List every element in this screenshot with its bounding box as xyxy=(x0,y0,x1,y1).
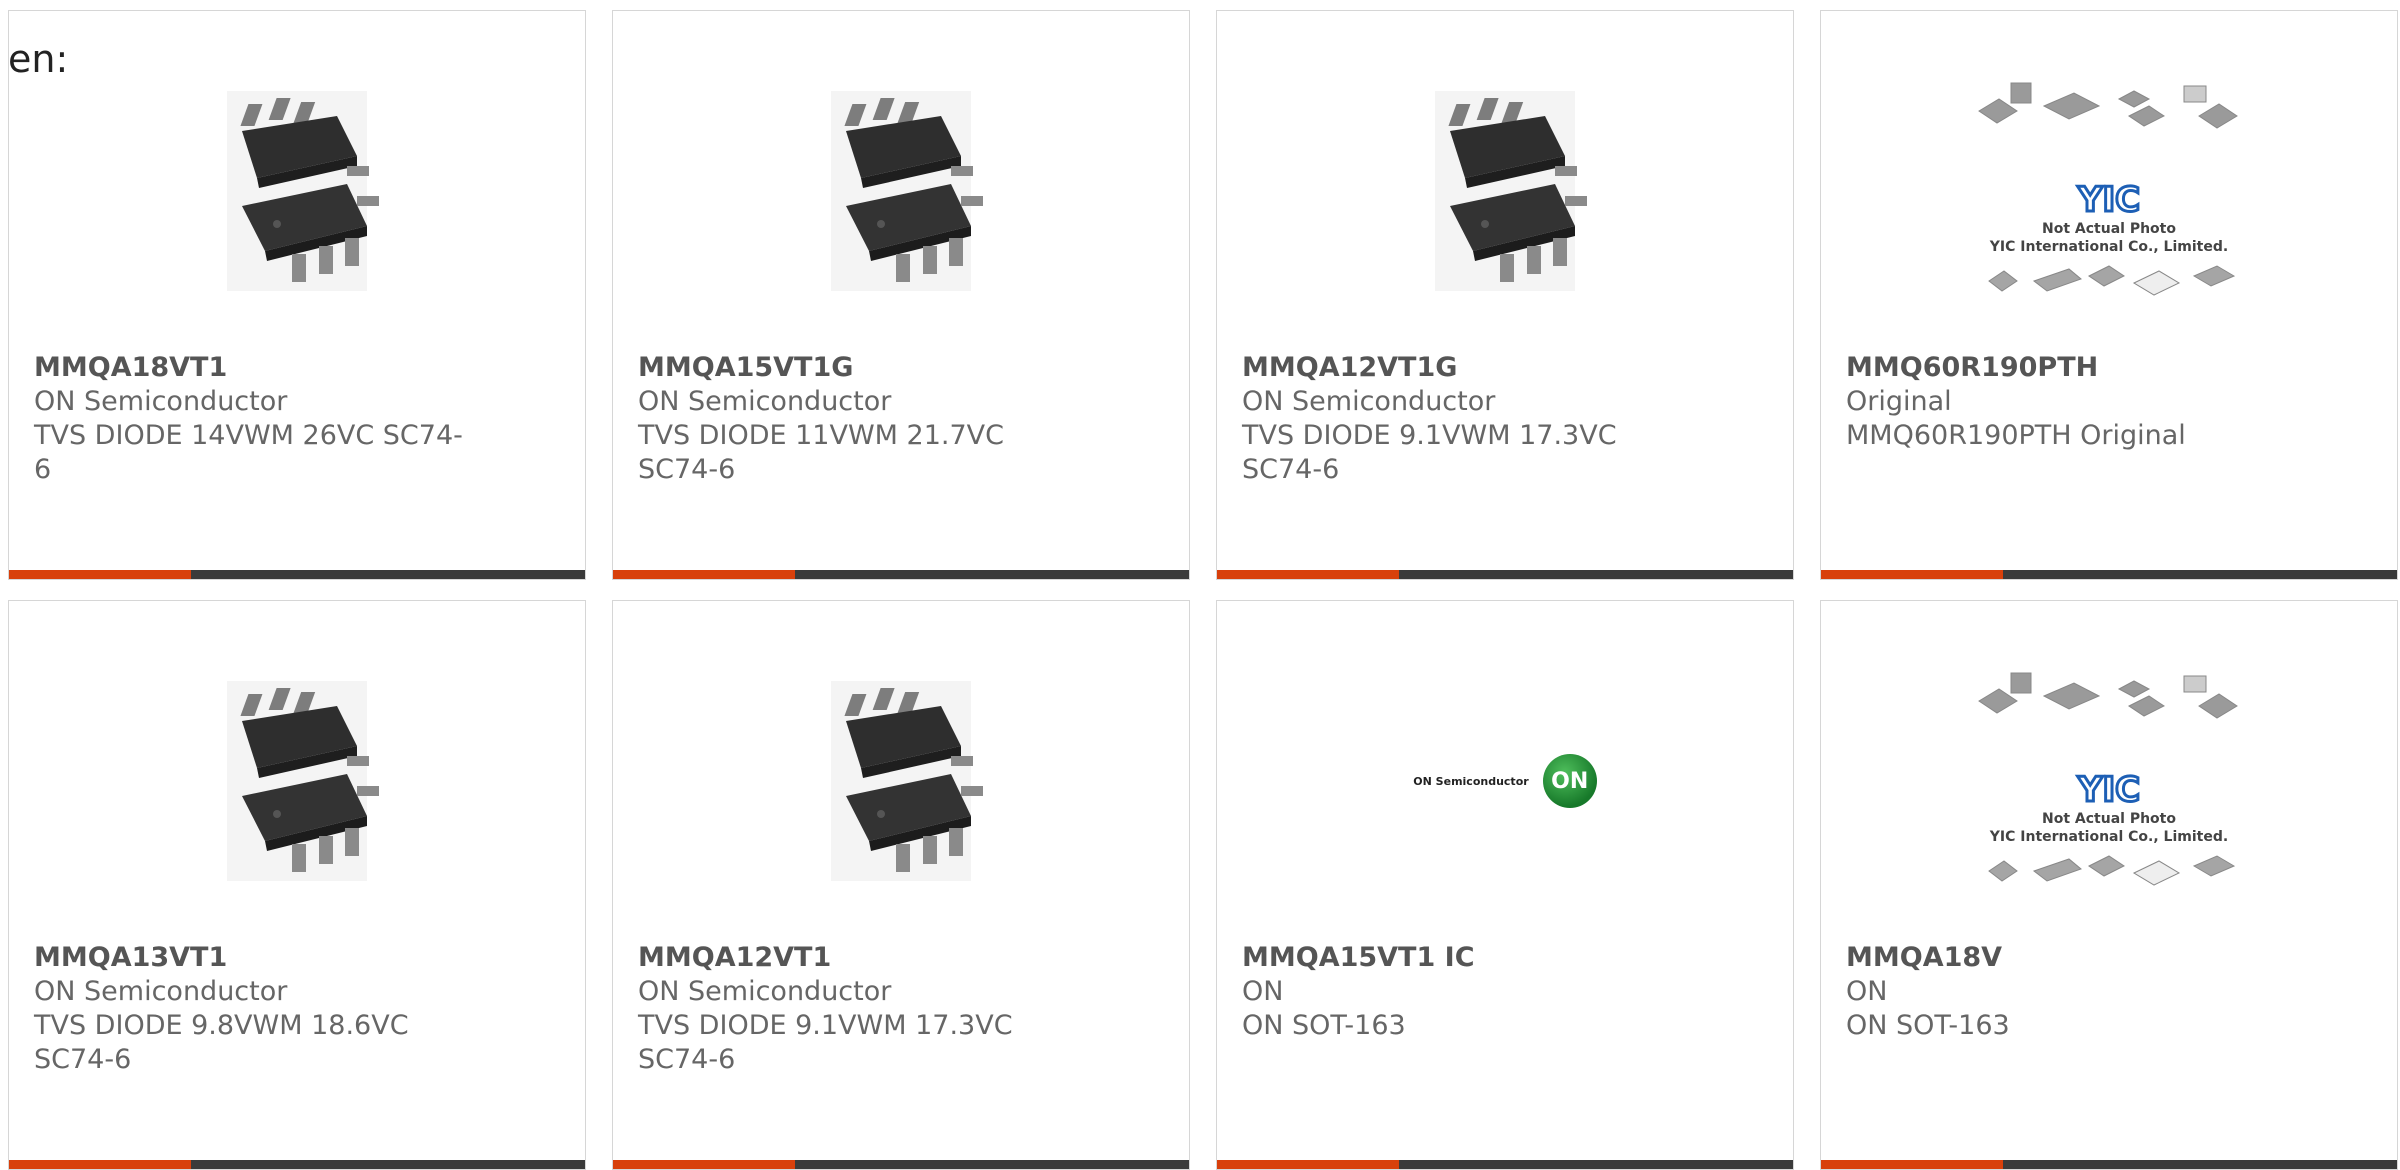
manufacturer: ON Semiconductor xyxy=(638,386,892,417)
card-accent-bar xyxy=(613,570,795,579)
manufacturer: ON Semiconductor xyxy=(34,386,288,417)
product-card[interactable]: YIC Not Actual Photo YIC International C… xyxy=(1820,10,2398,580)
product-info: MMQA18VT1 ON Semiconductor TVS DIODE 14V… xyxy=(34,351,465,487)
card-accent-bar xyxy=(1821,570,2003,579)
svg-text:YIC: YIC xyxy=(2077,770,2140,810)
yic-placeholder-icon: YIC Not Actual Photo YIC International C… xyxy=(1978,672,2238,886)
product-card[interactable]: ON Semiconductor ON MMQA15VT1 IC ON ON S… xyxy=(1216,600,1794,1170)
yic-placeholder-icon: YIC Not Actual Photo YIC International C… xyxy=(1978,82,2238,296)
product-info: MMQA13VT1 ON Semiconductor TVS DIODE 9.8… xyxy=(34,941,465,1077)
card-accent-bar xyxy=(613,1160,795,1169)
product-image[interactable] xyxy=(9,661,585,901)
part-number[interactable]: MMQA18V xyxy=(1846,941,2277,975)
card-accent-bar xyxy=(9,570,191,579)
product-image[interactable]: ON Semiconductor ON xyxy=(1217,661,1793,901)
product-info: MMQA15VT1 IC ON ON SOT-163 xyxy=(1242,941,1673,1043)
product-description: MMQ60R190PTH Original xyxy=(1846,420,2186,451)
svg-text:YIC: YIC xyxy=(2077,180,2140,220)
card-accent-bar xyxy=(1217,570,1399,579)
product-info: MMQA15VT1G ON Semiconductor TVS DIODE 11… xyxy=(638,351,1069,487)
card-footer-bar xyxy=(613,1160,1189,1169)
part-number[interactable]: MMQA12VT1G xyxy=(1242,351,1673,385)
card-accent-bar xyxy=(9,1160,191,1169)
part-number[interactable]: MMQA13VT1 xyxy=(34,941,465,975)
product-description: TVS DIODE 9.1VWM 17.3VC SC74-6 xyxy=(1242,420,1617,485)
product-image[interactable] xyxy=(1217,71,1793,311)
product-info: MMQ60R190PTH Original MMQ60R190PTH Origi… xyxy=(1846,351,2277,453)
product-description: TVS DIODE 9.8VWM 18.6VC SC74-6 xyxy=(34,1010,409,1075)
product-info: MMQA12VT1G ON Semiconductor TVS DIODE 9.… xyxy=(1242,351,1673,487)
manufacturer: ON Semiconductor xyxy=(638,976,892,1007)
product-image[interactable] xyxy=(9,71,585,311)
product-image[interactable] xyxy=(613,661,1189,901)
chip-sc74-icon xyxy=(1435,91,1587,291)
product-image[interactable]: YIC Not Actual Photo YIC International C… xyxy=(1821,661,2397,901)
on-semiconductor-logo: ON Semiconductor ON xyxy=(1413,754,1597,808)
card-footer-bar xyxy=(1217,570,1793,579)
product-card[interactable]: MMQA18VT1 ON Semiconductor TVS DIODE 14V… xyxy=(8,10,586,580)
manufacturer: ON Semiconductor xyxy=(1242,386,1496,417)
product-description: ON SOT-163 xyxy=(1242,1010,1406,1041)
product-grid: MMQA18VT1 ON Semiconductor TVS DIODE 14V… xyxy=(8,10,2398,1170)
part-number[interactable]: MMQA15VT1G xyxy=(638,351,1069,385)
card-accent-bar xyxy=(1217,1160,1399,1169)
manufacturer: ON Semiconductor xyxy=(34,976,288,1007)
card-footer-bar xyxy=(1821,1160,2397,1169)
chip-sc74-icon xyxy=(831,681,983,881)
product-card[interactable]: MMQA12VT1G ON Semiconductor TVS DIODE 9.… xyxy=(1216,10,1794,580)
product-description: ON SOT-163 xyxy=(1846,1010,2010,1041)
product-info: MMQA18V ON ON SOT-163 xyxy=(1846,941,2277,1043)
logo-wordmark: ON Semiconductor xyxy=(1413,774,1529,788)
chip-sc74-icon xyxy=(227,681,379,881)
manufacturer: ON xyxy=(1846,976,1888,1007)
product-image[interactable]: YIC Not Actual Photo YIC International C… xyxy=(1821,71,2397,311)
part-number[interactable]: MMQA18VT1 xyxy=(34,351,465,385)
chip-sc74-icon xyxy=(227,91,379,291)
card-footer-bar xyxy=(9,570,585,579)
product-info: MMQA12VT1 ON Semiconductor TVS DIODE 9.1… xyxy=(638,941,1069,1077)
product-card[interactable]: MMQA15VT1G ON Semiconductor TVS DIODE 11… xyxy=(612,10,1190,580)
placeholder-line1: Not Actual Photo xyxy=(2042,221,2176,237)
card-footer-bar xyxy=(1821,570,2397,579)
product-description: TVS DIODE 14VWM 26VC SC74-6 xyxy=(34,420,463,485)
language-label: en: xyxy=(8,37,69,81)
on-logo-icon: ON xyxy=(1542,754,1597,808)
product-card[interactable]: YIC Not Actual Photo YIC International C… xyxy=(1820,600,2398,1170)
part-number[interactable]: MMQA12VT1 xyxy=(638,941,1069,975)
part-number[interactable]: MMQ60R190PTH xyxy=(1846,351,2277,385)
part-number[interactable]: MMQA15VT1 IC xyxy=(1242,941,1673,975)
placeholder-line1: Not Actual Photo xyxy=(2042,811,2176,827)
manufacturer: Original xyxy=(1846,386,1952,417)
placeholder-line2: YIC International Co., Limited. xyxy=(1989,239,2228,255)
chip-sc74-icon xyxy=(831,91,983,291)
product-card[interactable]: MMQA13VT1 ON Semiconductor TVS DIODE 9.8… xyxy=(8,600,586,1170)
card-accent-bar xyxy=(1821,1160,2003,1169)
product-card[interactable]: MMQA12VT1 ON Semiconductor TVS DIODE 9.1… xyxy=(612,600,1190,1170)
product-description: TVS DIODE 9.1VWM 17.3VC SC74-6 xyxy=(638,1010,1013,1075)
manufacturer: ON xyxy=(1242,976,1284,1007)
placeholder-line2: YIC International Co., Limited. xyxy=(1989,829,2228,845)
card-footer-bar xyxy=(613,570,1189,579)
product-image[interactable] xyxy=(613,71,1189,311)
card-footer-bar xyxy=(9,1160,585,1169)
card-footer-bar xyxy=(1217,1160,1793,1169)
product-description: TVS DIODE 11VWM 21.7VC SC74-6 xyxy=(638,420,1004,485)
